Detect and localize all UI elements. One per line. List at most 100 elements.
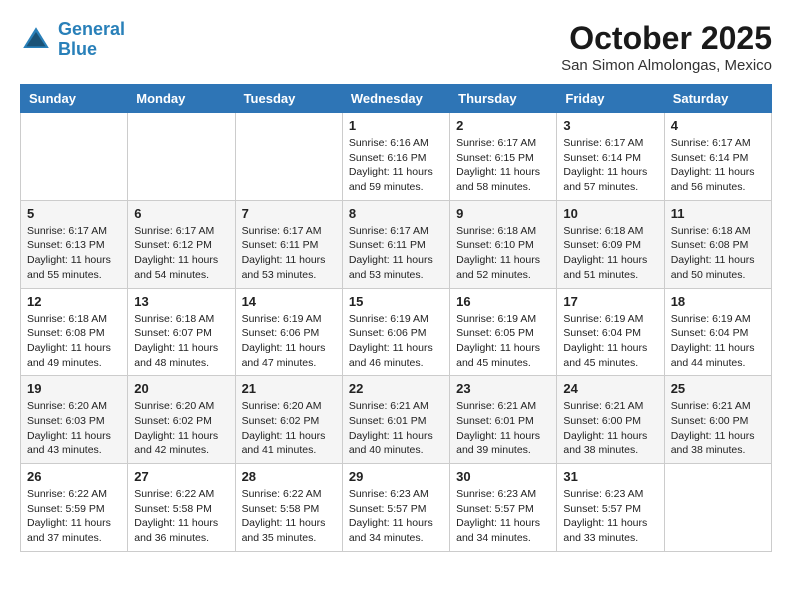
- calendar-cell: 11 Sunrise: 6:18 AM Sunset: 6:08 PM Dayli…: [664, 200, 771, 288]
- calendar-cell: 21 Sunrise: 6:20 AM Sunset: 6:02 PM Dayli…: [235, 376, 342, 464]
- day-number: 15: [349, 294, 443, 309]
- calendar-week-row: 1 Sunrise: 6:16 AM Sunset: 6:16 PM Daylig…: [21, 113, 772, 201]
- calendar-cell: 8 Sunrise: 6:17 AM Sunset: 6:11 PM Daylig…: [342, 200, 449, 288]
- day-info: Sunrise: 6:17 AM Sunset: 6:15 PM Dayligh…: [456, 136, 550, 195]
- day-number: 5: [27, 206, 121, 221]
- day-info: Sunrise: 6:17 AM Sunset: 6:11 PM Dayligh…: [242, 224, 336, 283]
- day-number: 25: [671, 381, 765, 396]
- calendar-cell: 4 Sunrise: 6:17 AM Sunset: 6:14 PM Daylig…: [664, 113, 771, 201]
- calendar-cell: 14 Sunrise: 6:19 AM Sunset: 6:06 PM Dayli…: [235, 288, 342, 376]
- day-number: 18: [671, 294, 765, 309]
- day-info: Sunrise: 6:21 AM Sunset: 6:00 PM Dayligh…: [563, 399, 657, 458]
- day-header-tuesday: Tuesday: [235, 85, 342, 113]
- day-number: 20: [134, 381, 228, 396]
- day-info: Sunrise: 6:19 AM Sunset: 6:06 PM Dayligh…: [242, 312, 336, 371]
- day-info: Sunrise: 6:19 AM Sunset: 6:05 PM Dayligh…: [456, 312, 550, 371]
- day-number: 3: [563, 118, 657, 133]
- calendar-cell: 17 Sunrise: 6:19 AM Sunset: 6:04 PM Dayli…: [557, 288, 664, 376]
- day-header-monday: Monday: [128, 85, 235, 113]
- calendar-cell: 20 Sunrise: 6:20 AM Sunset: 6:02 PM Dayli…: [128, 376, 235, 464]
- day-header-sunday: Sunday: [21, 85, 128, 113]
- calendar-cell: 3 Sunrise: 6:17 AM Sunset: 6:14 PM Daylig…: [557, 113, 664, 201]
- calendar-table: SundayMondayTuesdayWednesdayThursdayFrid…: [20, 84, 772, 552]
- day-info: Sunrise: 6:18 AM Sunset: 6:07 PM Dayligh…: [134, 312, 228, 371]
- day-number: 4: [671, 118, 765, 133]
- day-number: 23: [456, 381, 550, 396]
- calendar-header-row: SundayMondayTuesdayWednesdayThursdayFrid…: [21, 85, 772, 113]
- day-info: Sunrise: 6:21 AM Sunset: 6:01 PM Dayligh…: [349, 399, 443, 458]
- day-info: Sunrise: 6:23 AM Sunset: 5:57 PM Dayligh…: [563, 487, 657, 546]
- day-info: Sunrise: 6:19 AM Sunset: 6:06 PM Dayligh…: [349, 312, 443, 371]
- day-info: Sunrise: 6:23 AM Sunset: 5:57 PM Dayligh…: [349, 487, 443, 546]
- day-info: Sunrise: 6:19 AM Sunset: 6:04 PM Dayligh…: [563, 312, 657, 371]
- day-number: 14: [242, 294, 336, 309]
- day-info: Sunrise: 6:17 AM Sunset: 6:11 PM Dayligh…: [349, 224, 443, 283]
- day-number: 31: [563, 469, 657, 484]
- calendar-cell: 6Sunrise: 6:17 AM Sunset: 6:12 PM Daylig…: [128, 200, 235, 288]
- day-info: Sunrise: 6:20 AM Sunset: 6:02 PM Dayligh…: [242, 399, 336, 458]
- calendar-cell: 9 Sunrise: 6:18 AM Sunset: 6:10 PM Daylig…: [450, 200, 557, 288]
- day-number: 21: [242, 381, 336, 396]
- day-number: 8: [349, 206, 443, 221]
- day-header-wednesday: Wednesday: [342, 85, 449, 113]
- month-title: October 2025: [561, 20, 772, 57]
- logo: General Blue: [20, 20, 125, 60]
- day-info: Sunrise: 6:21 AM Sunset: 6:01 PM Dayligh…: [456, 399, 550, 458]
- calendar-week-row: 26 Sunrise: 6:22 AM Sunset: 5:59 PM Dayli…: [21, 464, 772, 552]
- day-number: 27: [134, 469, 228, 484]
- calendar-cell: 29 Sunrise: 6:23 AM Sunset: 5:57 PM Dayli…: [342, 464, 449, 552]
- day-number: 17: [563, 294, 657, 309]
- day-info: Sunrise: 6:20 AM Sunset: 6:02 PM Dayligh…: [134, 399, 228, 458]
- day-info: Sunrise: 6:17 AM Sunset: 6:12 PM Dayligh…: [134, 224, 228, 283]
- day-number: 11: [671, 206, 765, 221]
- day-header-saturday: Saturday: [664, 85, 771, 113]
- day-info: Sunrise: 6:16 AM Sunset: 6:16 PM Dayligh…: [349, 136, 443, 195]
- day-number: 10: [563, 206, 657, 221]
- day-number: 16: [456, 294, 550, 309]
- day-number: 24: [563, 381, 657, 396]
- calendar-week-row: 19Sunrise: 6:20 AM Sunset: 6:03 PM Dayli…: [21, 376, 772, 464]
- calendar-cell: 22Sunrise: 6:21 AM Sunset: 6:01 PM Dayli…: [342, 376, 449, 464]
- day-info: Sunrise: 6:22 AM Sunset: 5:58 PM Dayligh…: [242, 487, 336, 546]
- day-info: Sunrise: 6:17 AM Sunset: 6:14 PM Dayligh…: [563, 136, 657, 195]
- calendar-cell: [235, 113, 342, 201]
- calendar-cell: 10 Sunrise: 6:18 AM Sunset: 6:09 PM Dayli…: [557, 200, 664, 288]
- day-info: Sunrise: 6:23 AM Sunset: 5:57 PM Dayligh…: [456, 487, 550, 546]
- calendar-cell: 13 Sunrise: 6:18 AM Sunset: 6:07 PM Dayli…: [128, 288, 235, 376]
- day-number: 29: [349, 469, 443, 484]
- day-info: Sunrise: 6:18 AM Sunset: 6:09 PM Dayligh…: [563, 224, 657, 283]
- calendar-cell: 26 Sunrise: 6:22 AM Sunset: 5:59 PM Dayli…: [21, 464, 128, 552]
- calendar-cell: [664, 464, 771, 552]
- day-info: Sunrise: 6:17 AM Sunset: 6:13 PM Dayligh…: [27, 224, 121, 283]
- day-header-thursday: Thursday: [450, 85, 557, 113]
- calendar-cell: 1 Sunrise: 6:16 AM Sunset: 6:16 PM Daylig…: [342, 113, 449, 201]
- day-info: Sunrise: 6:18 AM Sunset: 6:08 PM Dayligh…: [671, 224, 765, 283]
- calendar-cell: [128, 113, 235, 201]
- calendar-cell: 23 Sunrise: 6:21 AM Sunset: 6:01 PM Dayli…: [450, 376, 557, 464]
- day-number: 2: [456, 118, 550, 133]
- day-number: 13: [134, 294, 228, 309]
- day-info: Sunrise: 6:17 AM Sunset: 6:14 PM Dayligh…: [671, 136, 765, 195]
- calendar-cell: 18 Sunrise: 6:19 AM Sunset: 6:04 PM Dayli…: [664, 288, 771, 376]
- day-info: Sunrise: 6:18 AM Sunset: 6:10 PM Dayligh…: [456, 224, 550, 283]
- day-info: Sunrise: 6:18 AM Sunset: 6:08 PM Dayligh…: [27, 312, 121, 371]
- calendar-cell: 25Sunrise: 6:21 AM Sunset: 6:00 PM Dayli…: [664, 376, 771, 464]
- calendar-week-row: 5 Sunrise: 6:17 AM Sunset: 6:13 PM Daylig…: [21, 200, 772, 288]
- calendar-cell: [21, 113, 128, 201]
- calendar-cell: 16 Sunrise: 6:19 AM Sunset: 6:05 PM Dayli…: [450, 288, 557, 376]
- day-number: 26: [27, 469, 121, 484]
- page-header: General Blue October 2025 San Simon Almo…: [20, 20, 772, 74]
- calendar-cell: 31 Sunrise: 6:23 AM Sunset: 5:57 PM Dayli…: [557, 464, 664, 552]
- day-number: 28: [242, 469, 336, 484]
- logo-icon: [20, 24, 52, 56]
- day-info: Sunrise: 6:20 AM Sunset: 6:03 PM Dayligh…: [27, 399, 121, 458]
- calendar-cell: 19Sunrise: 6:20 AM Sunset: 6:03 PM Dayli…: [21, 376, 128, 464]
- day-info: Sunrise: 6:22 AM Sunset: 5:59 PM Dayligh…: [27, 487, 121, 546]
- calendar-cell: 27Sunrise: 6:22 AM Sunset: 5:58 PM Dayli…: [128, 464, 235, 552]
- calendar-cell: 30Sunrise: 6:23 AM Sunset: 5:57 PM Dayli…: [450, 464, 557, 552]
- day-number: 9: [456, 206, 550, 221]
- day-number: 1: [349, 118, 443, 133]
- day-info: Sunrise: 6:19 AM Sunset: 6:04 PM Dayligh…: [671, 312, 765, 371]
- calendar-cell: 28 Sunrise: 6:22 AM Sunset: 5:58 PM Dayli…: [235, 464, 342, 552]
- day-number: 7: [242, 206, 336, 221]
